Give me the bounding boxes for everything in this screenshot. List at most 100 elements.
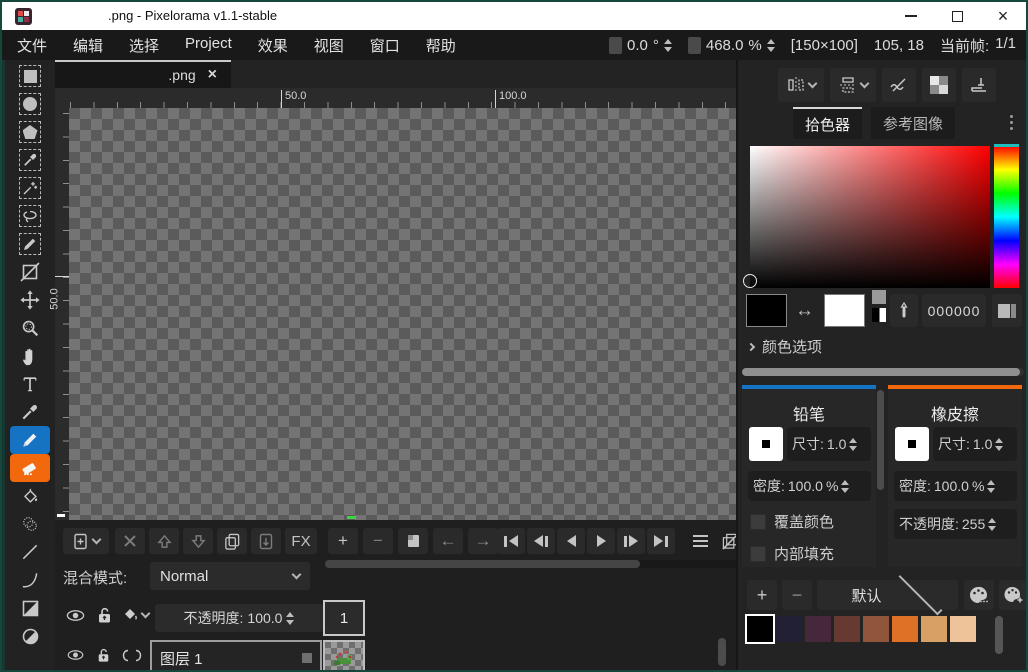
symmetry-guide-marker[interactable] — [347, 516, 356, 519]
saturation-value-box[interactable] — [750, 146, 990, 288]
mirror-horizontal-dropdown-icon[interactable] — [859, 79, 869, 89]
add-frame-button[interactable]: + — [328, 528, 358, 554]
layer-opacity-arrows[interactable] — [286, 612, 294, 625]
hue-slider[interactable] — [994, 146, 1019, 288]
swap-colors-icon[interactable]: ↔ — [795, 300, 814, 322]
menu-edit[interactable]: 编辑 — [73, 35, 103, 56]
timeline-v-scrollbar[interactable] — [718, 638, 726, 666]
crop-tool[interactable] — [10, 258, 50, 286]
zoom-spinbox[interactable]: 468.0 % — [688, 37, 775, 54]
add-layer-button[interactable] — [63, 528, 109, 554]
timeline-h-scrollbar[interactable] — [325, 560, 737, 568]
merge-down-button[interactable] — [251, 528, 281, 554]
last-frame-button[interactable] — [647, 528, 675, 554]
pencil-density-arrows[interactable] — [841, 480, 849, 493]
menu-help[interactable]: 帮助 — [426, 35, 456, 56]
lock-layer-button[interactable] — [91, 602, 117, 628]
zoom-tool[interactable] — [10, 314, 50, 342]
toggle-visibility-button[interactable] — [61, 602, 89, 628]
magic-wand-tool[interactable] — [10, 174, 50, 202]
hex-color-field[interactable]: 000000 — [922, 294, 986, 327]
eraser-density-arrows[interactable] — [987, 480, 995, 493]
cel-thumbnail[interactable] — [323, 640, 365, 672]
pencil-tool[interactable] — [10, 426, 50, 454]
polygon-select-tool[interactable] — [10, 118, 50, 146]
layer-fx-button[interactable]: FX — [285, 528, 317, 554]
rectangle-select-tool[interactable] — [10, 62, 50, 90]
zoom-drag-handle[interactable] — [688, 37, 701, 54]
rotation-spinbox[interactable]: 0.0 ° — [609, 37, 672, 54]
close-button[interactable]: × — [986, 2, 1020, 30]
paint-selection-tool[interactable] — [10, 230, 50, 258]
clone-frame-button[interactable] — [398, 528, 428, 554]
cel-fx-button[interactable] — [119, 602, 153, 628]
rectangle-tool[interactable] — [10, 594, 50, 622]
palette-swatch[interactable] — [805, 616, 831, 642]
tab-close-icon[interactable]: × — [208, 66, 217, 84]
reset-colors-icon[interactable] — [872, 308, 886, 322]
palette-select[interactable]: 默认 — [830, 580, 958, 610]
ellipse-tool[interactable] — [10, 622, 50, 650]
lasso-tool[interactable] — [10, 202, 50, 230]
hue-cursor[interactable] — [994, 144, 1019, 147]
add-layer-dropdown-icon[interactable] — [91, 535, 101, 545]
menu-window[interactable]: 窗口 — [370, 35, 400, 56]
minimize-button[interactable] — [894, 2, 928, 30]
fill-inside-checkbox[interactable]: 内部填充 — [750, 543, 834, 564]
eraser-density-spinbox[interactable]: 密度: 100.0 % — [894, 471, 1017, 501]
checkbox-icon[interactable] — [750, 514, 766, 530]
palette-swatch[interactable] — [863, 616, 889, 642]
move-layer-up-button[interactable] — [149, 528, 179, 554]
pixel-perfect-button[interactable] — [882, 68, 916, 102]
palette-swatch[interactable] — [950, 616, 976, 642]
menu-effects[interactable]: 效果 — [258, 35, 288, 56]
eraser-tool[interactable] — [10, 454, 50, 482]
curve-tool[interactable] — [10, 566, 50, 594]
menu-select[interactable]: 选择 — [129, 35, 159, 56]
eraser-size-arrows[interactable] — [995, 438, 1003, 451]
link-cels-button[interactable] — [117, 642, 147, 668]
vertical-ruler[interactable]: 50.0 — [55, 108, 69, 520]
play-backwards-button[interactable] — [557, 528, 585, 554]
palette-swatch[interactable] — [921, 616, 947, 642]
picker-h-scrollbar[interactable] — [742, 368, 1024, 376]
extension-stamp-button[interactable] — [962, 68, 996, 102]
overwrite-color-checkbox[interactable]: 覆盖颜色 — [750, 511, 834, 532]
pencil-brush-preview[interactable] — [749, 427, 783, 461]
remove-frame-button[interactable]: − — [363, 528, 393, 554]
mirror-vertical-button[interactable] — [778, 68, 824, 102]
right-color-swatch[interactable] — [824, 294, 865, 327]
eraser-opacity-arrows[interactable] — [988, 518, 996, 531]
document-tab[interactable]: .png × — [55, 60, 231, 88]
options-v-scrollbar[interactable] — [877, 390, 884, 490]
panel-menu-icon[interactable] — [1010, 115, 1013, 130]
delete-layer-button[interactable] — [115, 528, 145, 554]
left-color-swatch[interactable] — [746, 294, 787, 327]
new-palette-button[interactable] — [999, 580, 1028, 610]
layer-visibility-button[interactable] — [61, 642, 89, 668]
remove-color-button[interactable]: − — [782, 580, 812, 610]
timeline-settings-button[interactable] — [685, 528, 715, 554]
add-color-button[interactable]: + — [747, 580, 777, 610]
zoom-spin-arrows[interactable] — [767, 39, 775, 52]
text-tool[interactable] — [10, 370, 50, 398]
mirror-horizontal-button[interactable] — [830, 68, 876, 102]
pencil-density-spinbox[interactable]: 密度: 100.0 % — [748, 471, 871, 501]
next-frame-button[interactable] — [617, 528, 645, 554]
shading-tool[interactable] — [10, 510, 50, 538]
color-mode-button[interactable] — [992, 294, 1022, 327]
checkbox-icon[interactable] — [750, 546, 766, 562]
line-tool[interactable] — [10, 538, 50, 566]
color-picker-tool[interactable] — [10, 398, 50, 426]
menu-view[interactable]: 视图 — [314, 35, 344, 56]
pencil-size-spinbox[interactable]: 尺寸: 1.0 — [787, 427, 871, 461]
first-frame-button[interactable] — [497, 528, 525, 554]
layer-lock-button[interactable] — [91, 642, 115, 668]
clone-layer-button[interactable] — [217, 528, 247, 554]
eraser-opacity-spinbox[interactable]: 不透明度: 255 — [894, 509, 1017, 539]
drawing-canvas[interactable] — [69, 108, 736, 520]
frame-header-cell[interactable]: 1 — [323, 600, 365, 636]
palette-swatch[interactable] — [892, 616, 918, 642]
move-frame-right-button[interactable]: → — [468, 528, 498, 554]
play-button[interactable] — [587, 528, 615, 554]
